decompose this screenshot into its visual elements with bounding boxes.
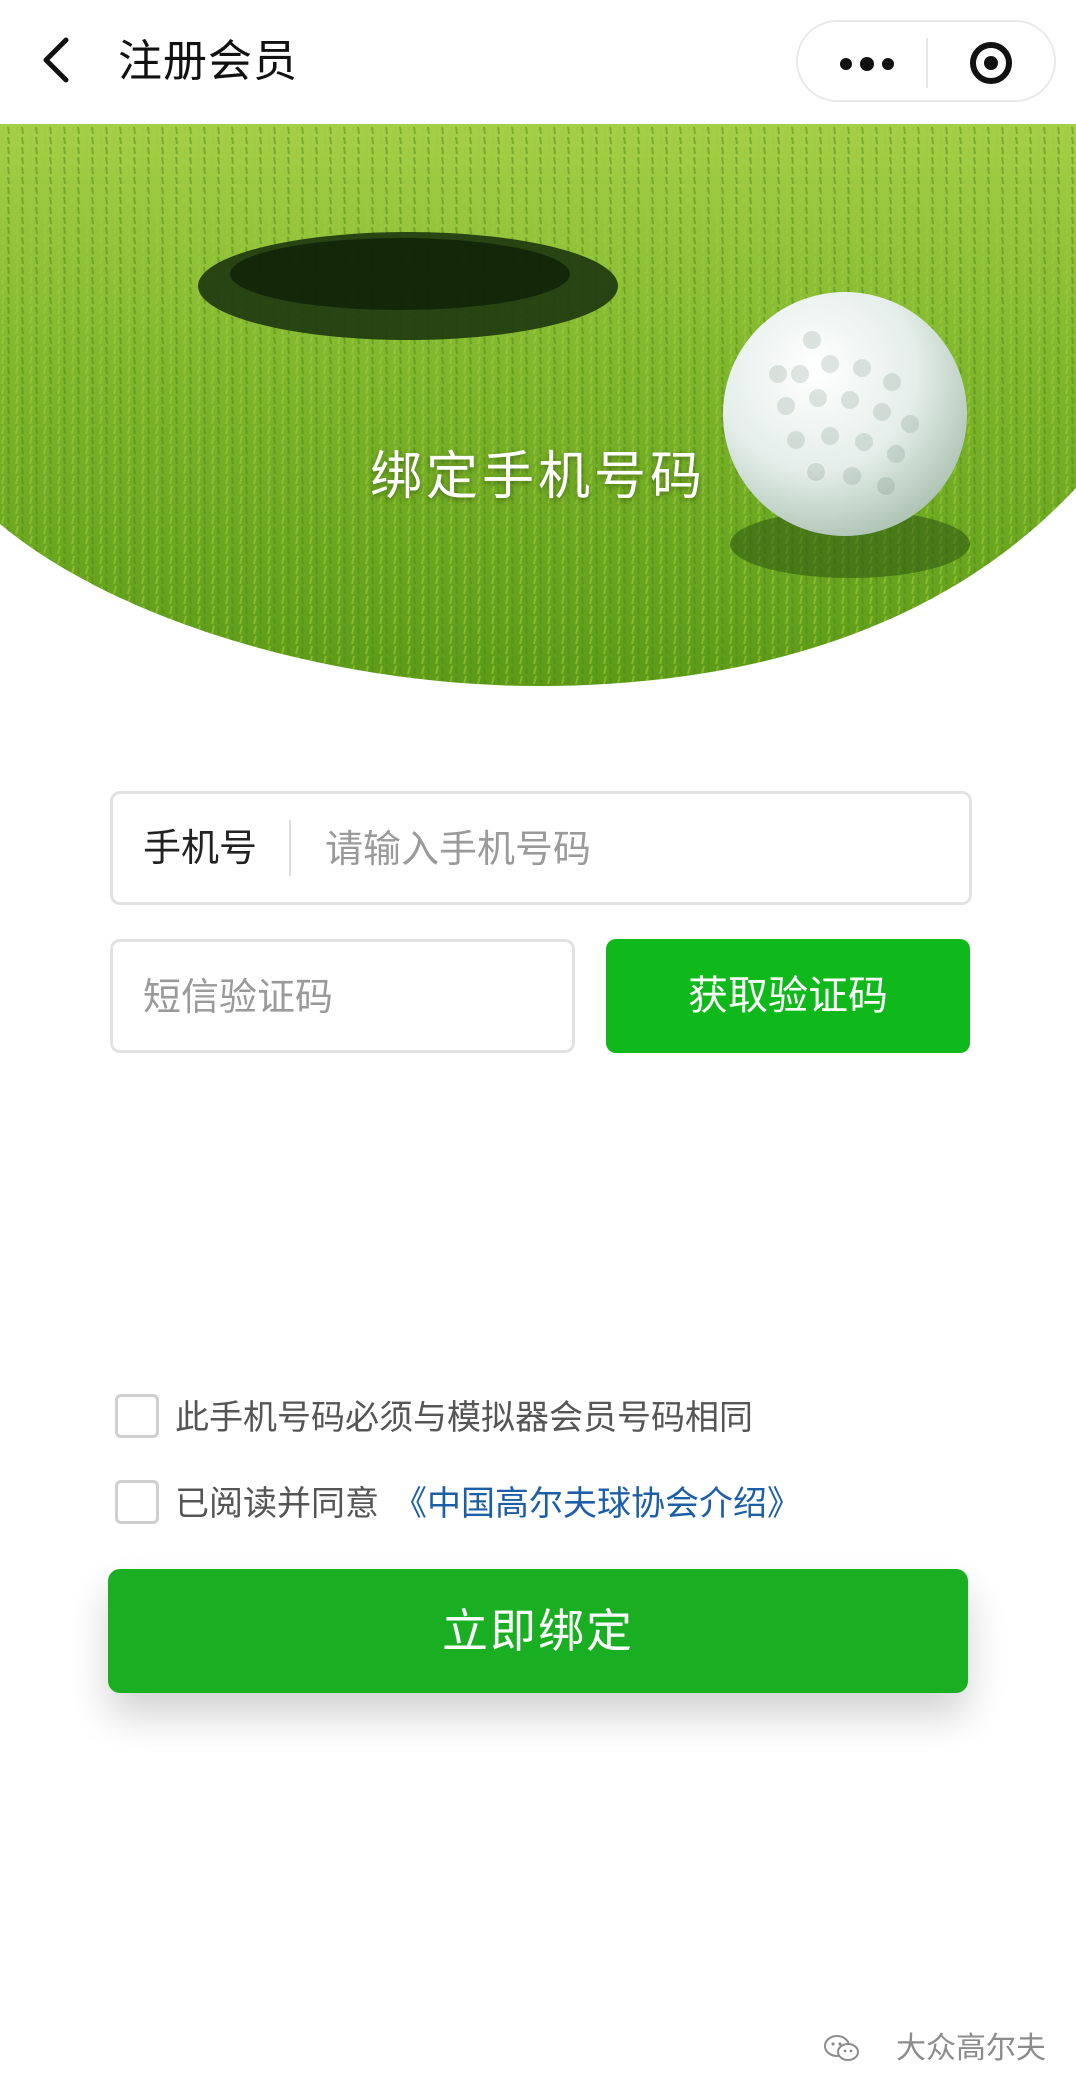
capsule-divider	[926, 38, 928, 88]
agreement-checkbox[interactable]	[115, 1480, 159, 1524]
sms-code-field	[110, 939, 575, 1053]
get-code-button[interactable]: 获取验证码	[606, 939, 970, 1053]
back-button[interactable]	[36, 32, 84, 88]
sms-code-input[interactable]	[141, 942, 545, 1052]
more-dots-icon	[840, 58, 852, 70]
agreement-link[interactable]: 《中国高尔夫球协会介绍》	[393, 1484, 801, 1524]
bind-now-button[interactable]: 立即绑定	[108, 1569, 968, 1693]
banner: 绑定手机号码	[0, 124, 1076, 686]
chevron-left-icon	[43, 37, 69, 83]
phone-field: 手机号	[110, 791, 972, 905]
field-divider	[289, 820, 291, 876]
same-number-checkbox[interactable]	[115, 1394, 159, 1438]
close-button[interactable]	[938, 28, 1046, 98]
golf-green-image	[0, 124, 1076, 686]
agreement-text: 已阅读并同意	[175, 1484, 379, 1524]
banner-title: 绑定手机号码	[369, 447, 706, 507]
more-button[interactable]	[812, 28, 920, 98]
same-number-text: 此手机号码必须与模拟器会员号码相同	[175, 1398, 753, 1438]
navigation-bar: 注册会员	[0, 0, 1076, 124]
mini-program-capsule	[796, 20, 1056, 102]
phone-input[interactable]	[323, 794, 947, 904]
watermark-text: 大众高尔夫	[896, 2031, 1046, 2066]
phone-label: 手机号	[143, 826, 258, 870]
page-title: 注册会员	[118, 36, 298, 87]
wechat-icon	[824, 2035, 859, 2061]
